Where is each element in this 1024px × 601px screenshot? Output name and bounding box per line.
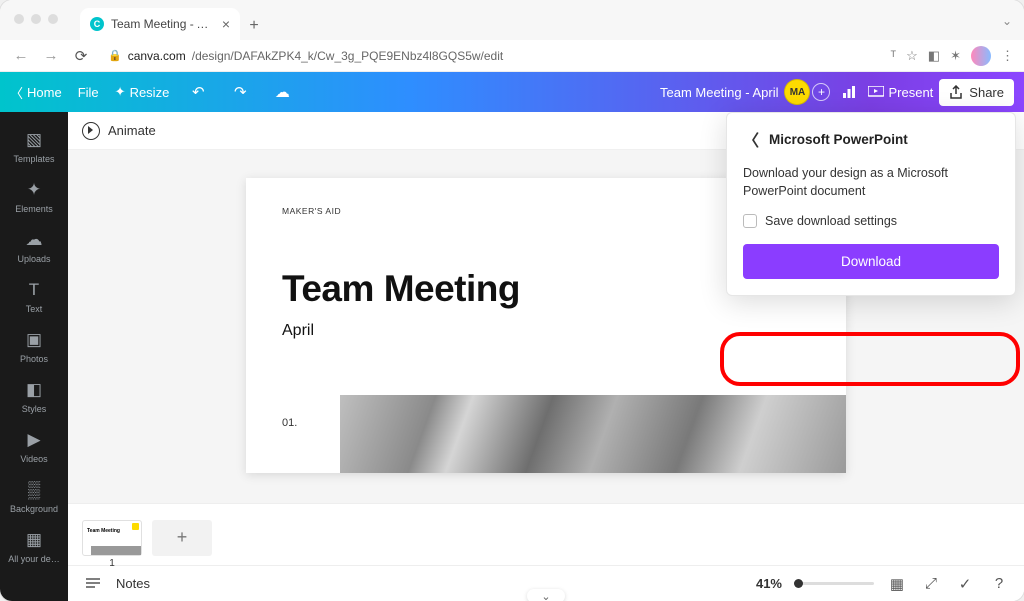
redo-button[interactable]: ↷: [227, 79, 253, 105]
chevron-down-icon[interactable]: ⌄: [1002, 14, 1012, 28]
minimize-light[interactable]: [31, 14, 41, 24]
present-button[interactable]: Present: [868, 85, 933, 100]
tab-title: Team Meeting - April - Presen: [111, 17, 215, 31]
new-tab-button[interactable]: +: [240, 12, 268, 40]
background-icon: ▒: [24, 480, 44, 500]
add-page-button[interactable]: +: [152, 520, 212, 556]
animate-icon: [82, 122, 100, 140]
elements-icon: ✦: [24, 180, 44, 200]
browser-action-icons: ᵀ ☆ ◧ ✶ ⋮: [891, 46, 1014, 66]
lock-icon: 🔒: [108, 49, 122, 62]
videos-icon: ▶: [24, 430, 44, 450]
extension-icon[interactable]: ◧: [928, 48, 940, 64]
sidebar-item-photos[interactable]: ▣Photos: [0, 322, 68, 372]
browser-tab-strip: C Team Meeting - April - Presen × +: [0, 0, 1024, 40]
notes-icon: [82, 573, 104, 595]
slide-page-number[interactable]: 01.: [282, 417, 297, 429]
url-domain: canva.com: [128, 49, 186, 63]
apps-icon: ▦: [24, 530, 44, 550]
collapse-pages-button[interactable]: ⌄: [527, 589, 565, 601]
url-path: /design/DAFAkZPK4_k/Cw_3g_PQE9ENbz4l8GQS…: [192, 49, 503, 63]
home-label: Home: [27, 85, 62, 100]
download-button[interactable]: Download: [743, 244, 999, 279]
save-settings-checkbox[interactable]: Save download settings: [743, 214, 999, 228]
sidebar-item-templates[interactable]: ▧Templates: [0, 122, 68, 172]
notes-button[interactable]: Notes: [116, 576, 150, 591]
canva-top-bar: 〈 Home File ✦ Resize ↶ ↷ ☁ Team Meeting …: [0, 72, 1024, 112]
add-collaborator-button[interactable]: +: [812, 83, 830, 101]
macos-window: ⌄ C Team Meeting - April - Presen × + ← …: [0, 0, 1024, 601]
resize-label: Resize: [130, 85, 170, 100]
kebab-icon[interactable]: ⋮: [1001, 48, 1014, 64]
back-button[interactable]: 〈: [743, 127, 759, 151]
thumb-page-number: 1: [109, 558, 115, 569]
share-icon[interactable]: ᵀ: [891, 48, 897, 63]
analytics-icon[interactable]: [836, 79, 862, 105]
left-sidebar: ▧Templates ✦Elements ☁Uploads TText ▣Pho…: [0, 112, 68, 601]
back-button[interactable]: ←: [10, 45, 32, 67]
forward-button[interactable]: →: [40, 45, 62, 67]
page-thumbnail-1[interactable]: Team Meeting 1: [82, 520, 142, 556]
sidebar-item-elements[interactable]: ✦Elements: [0, 172, 68, 222]
sidebar-item-styles[interactable]: ◧Styles: [0, 372, 68, 422]
window-controls[interactable]: [14, 14, 58, 24]
checkbox-label: Save download settings: [765, 214, 897, 228]
slide-subtitle-text[interactable]: April: [282, 322, 810, 340]
user-avatar[interactable]: MA: [784, 79, 810, 105]
sparkle-icon: ✦: [115, 84, 126, 100]
star-icon[interactable]: ☆: [906, 48, 918, 64]
sidebar-item-text[interactable]: TText: [0, 272, 68, 322]
share-label: Share: [969, 85, 1004, 100]
file-menu[interactable]: File: [78, 85, 99, 100]
cloud-sync-icon: ☁: [269, 79, 295, 105]
styles-icon: ◧: [24, 380, 44, 400]
profile-avatar[interactable]: [971, 46, 991, 66]
zoom-value: 41%: [756, 576, 782, 591]
present-label: Present: [888, 85, 933, 100]
url-field[interactable]: 🔒 canva.com/design/DAFAkZPK4_k/Cw_3g_PQE…: [100, 49, 883, 63]
sidebar-item-all-designs[interactable]: ▦All your de…: [0, 522, 68, 572]
templates-icon: ▧: [24, 130, 44, 150]
close-icon[interactable]: ×: [222, 16, 230, 32]
fullscreen-icon[interactable]: ⤢: [920, 573, 942, 595]
zoom-slider[interactable]: [794, 582, 874, 585]
animate-button[interactable]: Animate: [108, 123, 156, 138]
home-button[interactable]: 〈 Home: [10, 83, 62, 102]
undo-button[interactable]: ↶: [185, 79, 211, 105]
panel-description: Download your design as a Microsoft Powe…: [743, 165, 999, 200]
close-light[interactable]: [14, 14, 24, 24]
share-button[interactable]: Share: [939, 79, 1014, 106]
grid-view-icon[interactable]: ▦: [886, 573, 908, 595]
canva-favicon-icon: C: [90, 17, 104, 31]
maximize-light[interactable]: [48, 14, 58, 24]
check-icon[interactable]: ✓: [954, 573, 976, 595]
puzzle-icon[interactable]: ✶: [950, 48, 961, 64]
photos-icon: ▣: [24, 330, 44, 350]
document-title[interactable]: Team Meeting - April: [660, 85, 779, 100]
sidebar-item-background[interactable]: ▒Background: [0, 472, 68, 522]
resize-menu[interactable]: ✦ Resize: [115, 84, 170, 100]
browser-address-bar: ← → ⟳ 🔒 canva.com/design/DAFAkZPK4_k/Cw_…: [0, 40, 1024, 72]
text-icon: T: [24, 280, 44, 300]
chevron-left-icon: 〈: [10, 83, 23, 102]
page-thumbnails: Team Meeting 1 +: [68, 503, 1024, 565]
slide-hero-image[interactable]: [340, 395, 846, 473]
download-panel: 〈 Microsoft PowerPoint Download your des…: [726, 112, 1016, 296]
panel-title: Microsoft PowerPoint: [769, 132, 908, 147]
help-icon[interactable]: ?: [988, 573, 1010, 595]
checkbox-icon[interactable]: [743, 214, 757, 228]
reload-button[interactable]: ⟳: [70, 45, 92, 67]
uploads-icon: ☁: [24, 230, 44, 250]
sidebar-item-videos[interactable]: ▶Videos: [0, 422, 68, 472]
browser-tab-active[interactable]: C Team Meeting - April - Presen ×: [80, 8, 240, 40]
sidebar-item-uploads[interactable]: ☁Uploads: [0, 222, 68, 272]
